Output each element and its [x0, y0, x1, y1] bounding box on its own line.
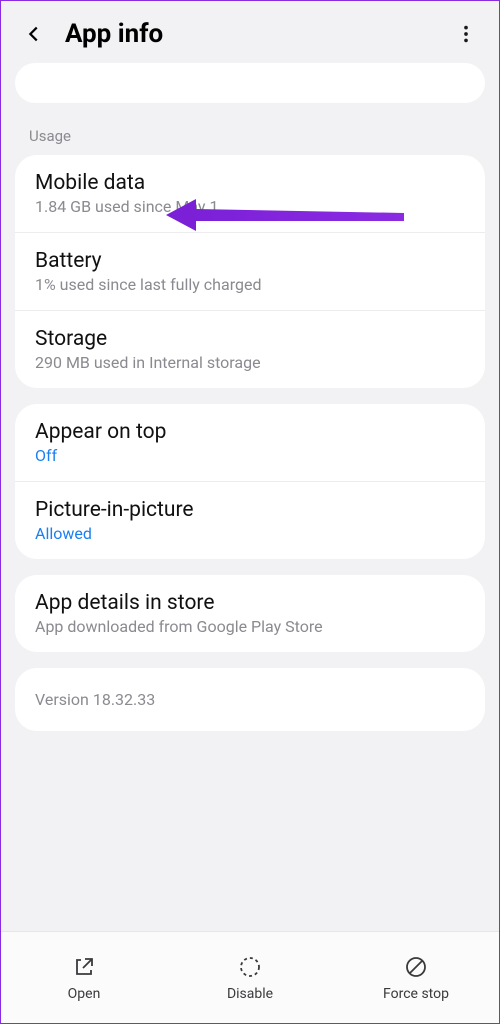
- disable-label: Disable: [227, 986, 273, 1002]
- open-icon: [71, 954, 97, 980]
- disable-icon: [237, 954, 263, 980]
- pip-value: Allowed: [35, 524, 465, 543]
- storage-sub: 290 MB used in Internal storage: [35, 353, 465, 372]
- open-label: Open: [68, 986, 101, 1002]
- app-details-title: App details in store: [35, 591, 465, 615]
- app-details-sub: App downloaded from Google Play Store: [35, 617, 465, 636]
- bottom-action-bar: Open Disable Force stop: [1, 931, 499, 1023]
- force-stop-button[interactable]: Force stop: [333, 932, 499, 1023]
- back-icon[interactable]: [21, 21, 47, 47]
- mobile-data-row[interactable]: Mobile data 1.84 GB used since May 1: [15, 155, 485, 232]
- pip-row[interactable]: Picture-in-picture Allowed: [15, 481, 485, 559]
- mobile-data-title: Mobile data: [35, 171, 465, 195]
- open-button[interactable]: Open: [1, 932, 167, 1023]
- appear-on-top-value: Off: [35, 446, 465, 465]
- app-details-row[interactable]: App details in store App downloaded from…: [15, 575, 485, 652]
- header-bar: App info: [1, 1, 499, 63]
- appear-on-top-row[interactable]: Appear on top Off: [15, 404, 485, 481]
- store-card: App details in store App downloaded from…: [15, 575, 485, 652]
- overlay-card: Appear on top Off Picture-in-picture All…: [15, 404, 485, 559]
- storage-row[interactable]: Storage 290 MB used in Internal storage: [15, 310, 485, 388]
- pip-title: Picture-in-picture: [35, 498, 465, 522]
- usage-card: Mobile data 1.84 GB used since May 1 Bat…: [15, 155, 485, 388]
- usage-section-label: Usage: [1, 117, 499, 155]
- battery-title: Battery: [35, 249, 465, 273]
- force-stop-label: Force stop: [383, 986, 449, 1002]
- storage-title: Storage: [35, 327, 465, 351]
- version-label: Version 18.32.33: [15, 668, 485, 731]
- battery-sub: 1% used since last fully charged: [35, 275, 465, 294]
- force-stop-icon: [403, 954, 429, 980]
- disable-button[interactable]: Disable: [167, 932, 333, 1023]
- mobile-data-sub: 1.84 GB used since May 1: [35, 197, 465, 216]
- battery-row[interactable]: Battery 1% used since last fully charged: [15, 232, 485, 310]
- previous-card-stub: [15, 63, 485, 103]
- more-options-icon[interactable]: [453, 21, 479, 47]
- appear-on-top-title: Appear on top: [35, 420, 465, 444]
- page-title: App info: [65, 19, 453, 49]
